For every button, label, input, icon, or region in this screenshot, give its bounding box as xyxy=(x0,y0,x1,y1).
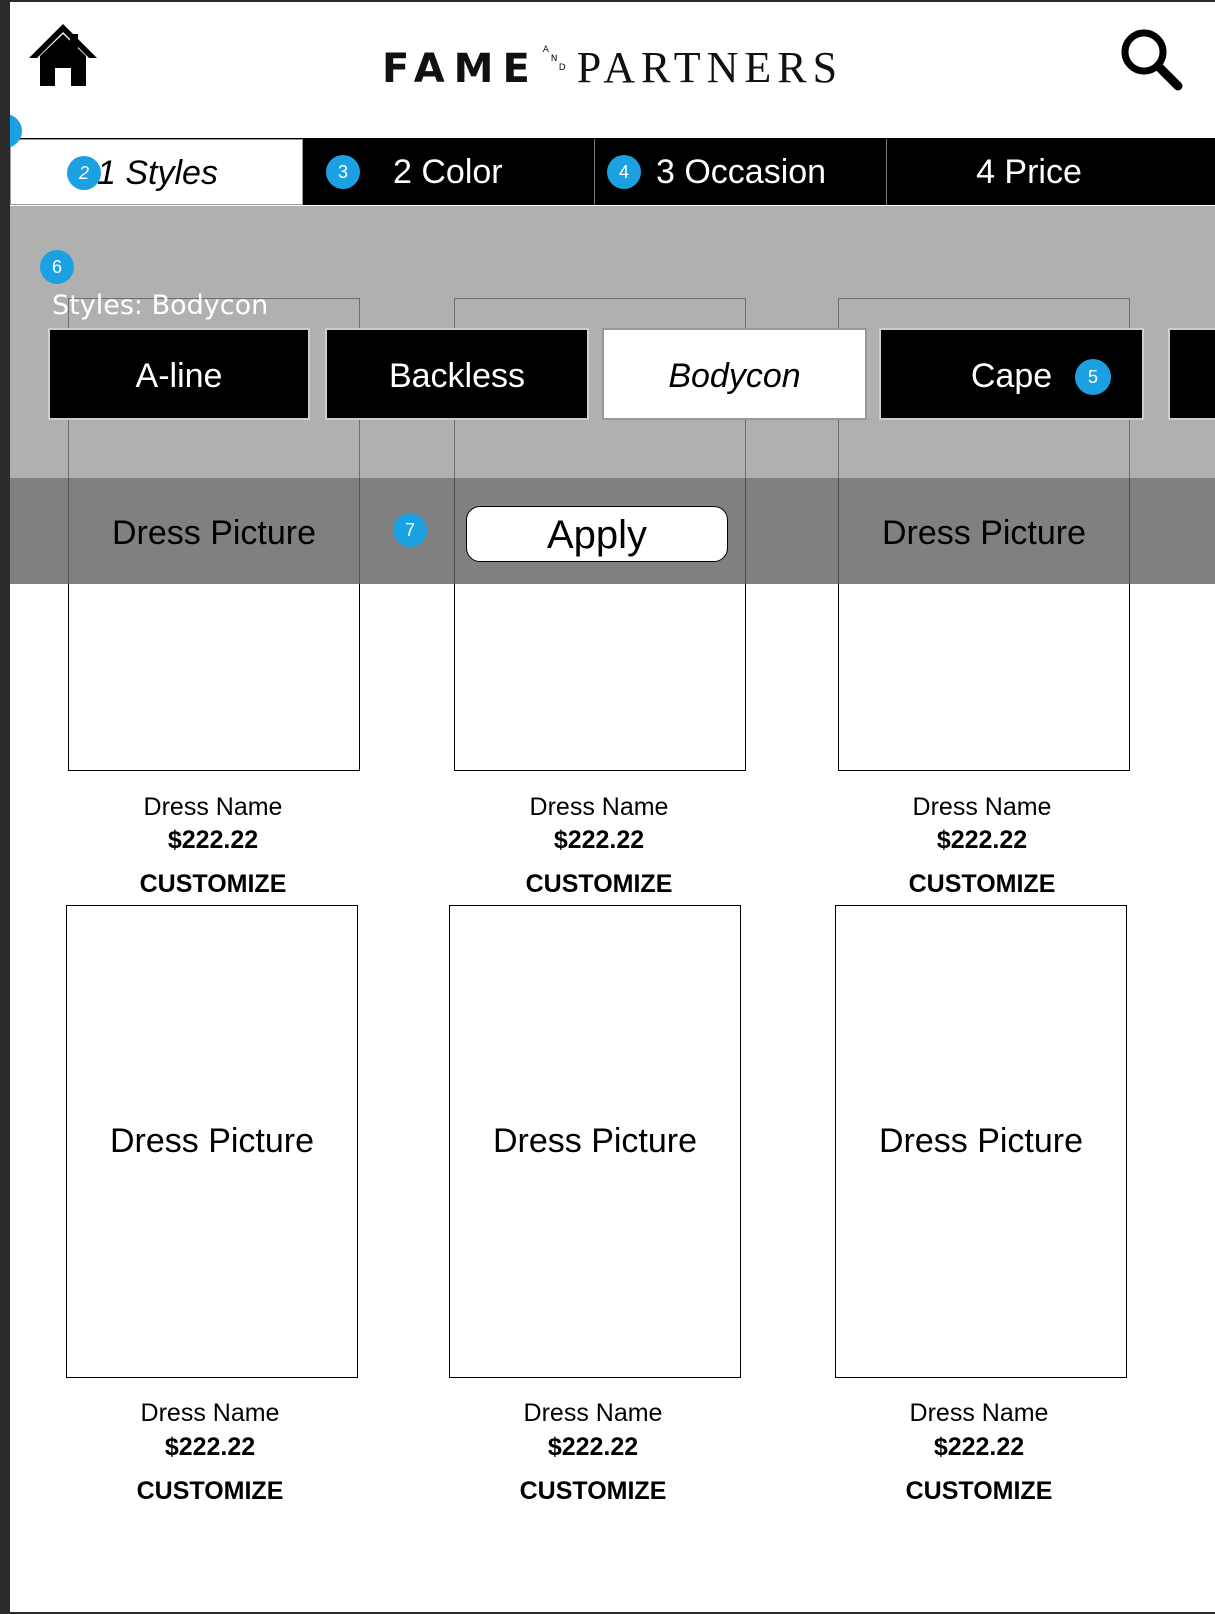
dress-name[interactable]: Dress Name xyxy=(852,793,1112,822)
brand-left: FAME xyxy=(381,46,539,92)
dress-picture-label: Dress Picture xyxy=(109,1122,315,1160)
app-frame: FAME A N D PARTNERS 2 1 Styles 3 2 Color 4 3… xyxy=(10,2,1215,1612)
customize-button[interactable]: CUSTOMIZE xyxy=(849,1477,1109,1506)
annotation-badge: 6 xyxy=(40,250,74,284)
brand-logo[interactable]: FAME A N D PARTNERS xyxy=(10,42,1215,93)
dress-price: $222.22 xyxy=(553,826,645,854)
dress-picture-label: Dress Picture xyxy=(878,1122,1084,1160)
tab-label: 3 Occasion xyxy=(656,153,827,191)
filter-title: Styles: Bodycon xyxy=(52,290,269,321)
style-option-label: Bodycon xyxy=(668,357,801,395)
annotation-badge: 3 xyxy=(326,155,360,189)
customize-button[interactable]: CUSTOMIZE xyxy=(80,1477,340,1506)
brand-right: PARTNERS xyxy=(576,43,844,92)
dress-picture[interactable]: Dress Picture xyxy=(835,905,1127,1378)
dress-name[interactable]: Dress Name xyxy=(80,1399,340,1428)
style-option-backless[interactable]: Backless xyxy=(325,328,589,420)
annotation-badge: 2 xyxy=(67,156,101,190)
apply-button[interactable]: Apply xyxy=(466,506,728,562)
dress-picture-label: Dress Picture xyxy=(881,514,1087,552)
tab-color[interactable]: 3 2 Color xyxy=(303,139,595,205)
dress-name[interactable]: Dress Name xyxy=(469,793,729,822)
customize-button[interactable]: CUSTOMIZE xyxy=(83,870,343,899)
style-option-cape[interactable]: Cape 5 xyxy=(879,328,1144,420)
dress-name[interactable]: Dress Name xyxy=(849,1399,1109,1428)
dress-price: $222.22 xyxy=(164,1433,256,1461)
dress-picture-label: Dress Picture xyxy=(492,1122,698,1160)
dress-picture[interactable]: Dress Picture xyxy=(449,905,741,1378)
style-option-bodycon[interactable]: Bodycon xyxy=(602,328,867,420)
annotation-badge: 4 xyxy=(607,155,641,189)
search-icon[interactable] xyxy=(1118,26,1184,92)
dress-name[interactable]: Dress Name xyxy=(83,793,343,822)
dress-picture[interactable]: Dress Picture xyxy=(66,905,358,1378)
dress-name[interactable]: Dress Name xyxy=(463,1399,723,1428)
tab-label: 1 Styles xyxy=(97,154,218,192)
style-option-label: Backless xyxy=(388,357,526,395)
dress-price: $222.22 xyxy=(933,1433,1025,1461)
tab-label: 4 Price xyxy=(976,153,1082,191)
customize-button[interactable]: CUSTOMIZE xyxy=(469,870,729,899)
style-option-label: A-line xyxy=(135,357,223,395)
annotation-badge: 5 xyxy=(1075,359,1111,395)
customize-button[interactable]: CUSTOMIZE xyxy=(852,870,1112,899)
style-option-label: Cape xyxy=(970,357,1053,395)
dress-price: $222.22 xyxy=(167,826,259,854)
tab-price[interactable]: 4 Price xyxy=(887,139,1215,205)
tab-styles[interactable]: 2 1 Styles xyxy=(10,139,303,205)
style-option-more[interactable] xyxy=(1168,328,1215,420)
customize-button[interactable]: CUSTOMIZE xyxy=(463,1477,723,1506)
style-option-a-line[interactable]: A-line xyxy=(48,328,310,420)
tab-label: 2 Color xyxy=(393,153,503,191)
dress-price: $222.22 xyxy=(936,826,1028,854)
annotation-badge: 7 xyxy=(393,513,427,547)
filter-tabs: 2 1 Styles 3 2 Color 4 3 Occasion 4 Pric… xyxy=(10,138,1215,207)
dress-picture-label: Dress Picture xyxy=(111,514,317,552)
brand-and: AND xyxy=(542,45,566,73)
dress-price: $222.22 xyxy=(547,1433,639,1461)
tab-occasion[interactable]: 4 3 Occasion xyxy=(595,139,887,205)
